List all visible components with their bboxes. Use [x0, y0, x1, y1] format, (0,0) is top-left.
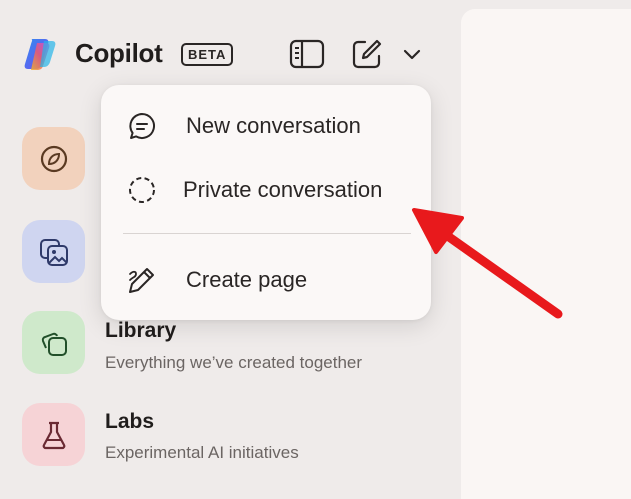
- beta-badge: BETA: [181, 43, 234, 66]
- chevron-down-icon: [403, 49, 421, 60]
- nav-subtitle: Experimental AI initiatives: [105, 443, 299, 462]
- menu-item-label: Private conversation: [183, 177, 383, 202]
- toggle-sidebar-button[interactable]: [289, 37, 325, 71]
- nav-item-library[interactable]: Library Everything we’ve created togethe…: [0, 308, 461, 388]
- menu-divider: [123, 233, 411, 234]
- copilot-logo-icon: [24, 39, 56, 70]
- nav-tile: [22, 403, 85, 466]
- pen-icon: [129, 268, 154, 293]
- nav-title: Library: [105, 319, 177, 342]
- menu-item-private-conversation[interactable]: Private conversation: [101, 161, 431, 217]
- nav-item-labs[interactable]: Labs Experimental AI initiatives: [0, 398, 461, 478]
- nav-title: Labs: [105, 410, 155, 433]
- flask-icon: [42, 421, 65, 449]
- sidebar-panel-icon: [289, 39, 325, 69]
- compass-icon: [40, 145, 67, 172]
- nav-tile: [22, 127, 85, 190]
- chat-bubble-icon: [129, 113, 155, 139]
- new-conversation-menu: New conversation Private conversation Cr…: [101, 85, 431, 320]
- new-chat-options-button[interactable]: [398, 37, 426, 71]
- dashed-circle-icon: [129, 177, 155, 203]
- copy-squares-icon: [41, 332, 67, 356]
- red-arrow-annotation: [412, 208, 563, 319]
- image-gallery-icon: [39, 238, 68, 266]
- nav-tile: [22, 220, 85, 283]
- menu-item-create-page[interactable]: Create page: [101, 251, 431, 307]
- compose-icon: [352, 39, 382, 69]
- menu-item-new-conversation[interactable]: New conversation: [101, 97, 431, 153]
- new-chat-button[interactable]: [349, 37, 385, 71]
- menu-item-label: New conversation: [186, 113, 361, 138]
- brand-name: Copilot: [75, 38, 163, 68]
- nav-subtitle: Everything we’ve created together: [105, 353, 363, 372]
- nav-tile: [22, 311, 85, 374]
- menu-item-label: Create page: [186, 267, 308, 292]
